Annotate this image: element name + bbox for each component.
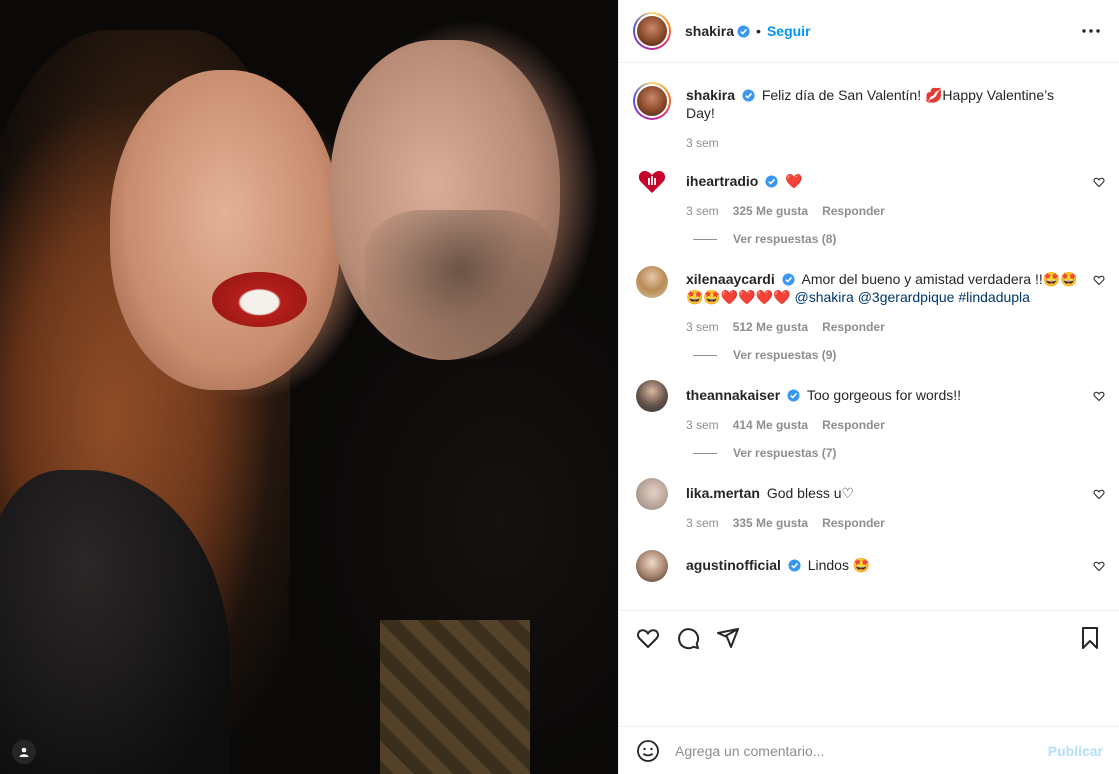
caption-username[interactable]: shakira bbox=[686, 87, 735, 103]
photo-beard bbox=[365, 210, 555, 360]
photo-bag bbox=[380, 620, 530, 774]
caption-time[interactable]: 3 sem bbox=[686, 136, 1079, 150]
comment-item: lika.mertan God bless u♡ 3 sem 335 Me gus… bbox=[619, 478, 1119, 530]
comment-item: xilenaaycardi Amor del bueno y amistad v… bbox=[619, 266, 1119, 362]
verified-badge-icon bbox=[787, 389, 800, 402]
view-replies-label: Ver respuestas (9) bbox=[733, 348, 837, 362]
comment-input[interactable] bbox=[675, 742, 1048, 759]
photo-face-left bbox=[110, 70, 340, 390]
verified-badge-icon bbox=[788, 559, 801, 572]
comment-likes[interactable]: 414 Me gusta bbox=[733, 418, 808, 432]
comment-meta: 3 sem 335 Me gusta Responder bbox=[686, 516, 1079, 530]
verified-badge-icon bbox=[782, 273, 795, 286]
like-comment-heart-icon[interactable] bbox=[1093, 176, 1105, 188]
publish-button[interactable]: Publicar bbox=[1048, 743, 1103, 759]
comment-item: theannakaiser Too gorgeous for words!! 3… bbox=[619, 380, 1119, 460]
comment-meta: 3 sem 414 Me gusta Responder bbox=[686, 418, 1079, 432]
post-panel: shakira • Seguir shakira Feliz día de Sa… bbox=[618, 0, 1119, 774]
comment-icon[interactable] bbox=[673, 623, 703, 653]
view-replies-label: Ver respuestas (8) bbox=[733, 232, 837, 246]
verified-badge-icon bbox=[765, 175, 778, 188]
comment-text: Lindos 🤩 bbox=[807, 557, 871, 573]
commenter-username[interactable]: iheartradio bbox=[686, 173, 758, 189]
share-icon[interactable] bbox=[713, 623, 743, 653]
comment-time[interactable]: 3 sem bbox=[686, 204, 719, 218]
like-comment-heart-icon[interactable] bbox=[1093, 274, 1105, 286]
like-comment-heart-icon[interactable] bbox=[1093, 390, 1105, 402]
bookmark-icon[interactable] bbox=[1075, 623, 1105, 653]
author-username[interactable]: shakira bbox=[685, 23, 734, 39]
verified-badge-icon bbox=[737, 24, 750, 38]
view-replies-button[interactable]: Ver respuestas (7) bbox=[686, 446, 1079, 460]
commenter-avatar[interactable] bbox=[636, 478, 668, 510]
commenter-username[interactable]: lika.mertan bbox=[686, 485, 760, 501]
comment-text: God bless u♡ bbox=[766, 485, 855, 501]
replies-divider bbox=[693, 354, 717, 356]
commenter-avatar[interactable] bbox=[636, 166, 668, 198]
reply-button[interactable]: Responder bbox=[822, 204, 885, 218]
commenter-avatar[interactable] bbox=[636, 266, 668, 298]
commenter-avatar[interactable] bbox=[636, 550, 668, 582]
separator-dot: • bbox=[756, 23, 761, 39]
photo-smile bbox=[212, 272, 307, 327]
comments-list[interactable]: shakira Feliz día de San Valentín! 💋Happ… bbox=[619, 64, 1119, 610]
comment-mentions[interactable]: @shakira @3gerardpique #lindadupla bbox=[794, 289, 1029, 305]
replies-divider bbox=[693, 238, 717, 240]
add-comment-bar: Publicar bbox=[619, 726, 1119, 774]
comment-time[interactable]: 3 sem bbox=[686, 418, 719, 432]
iheartradio-logo-icon bbox=[638, 171, 666, 193]
comment-meta: 3 sem 512 Me gusta Responder bbox=[686, 320, 1079, 334]
replies-divider bbox=[693, 452, 717, 454]
reply-button[interactable]: Responder bbox=[822, 320, 885, 334]
user-tag-icon[interactable] bbox=[12, 740, 36, 764]
verified-badge-icon bbox=[742, 89, 755, 102]
commenter-avatar[interactable] bbox=[636, 380, 668, 412]
comment-text: Too gorgeous for words!! bbox=[806, 387, 962, 403]
like-comment-heart-icon[interactable] bbox=[1093, 488, 1105, 500]
comment-item: iheartradio ❤️ 3 sem 325 Me gusta Responde… bbox=[619, 166, 1119, 246]
commenter-username[interactable]: theannakaiser bbox=[686, 387, 780, 403]
comment-time[interactable]: 3 sem bbox=[686, 320, 719, 334]
follow-button[interactable]: Seguir bbox=[767, 23, 811, 39]
comment-text-line2: 🤩🤩❤️❤️❤️❤️ bbox=[686, 289, 791, 305]
heart-icon[interactable] bbox=[633, 623, 663, 653]
commenter-username[interactable]: agustinofficial bbox=[686, 557, 781, 573]
like-comment-heart-icon[interactable] bbox=[1093, 560, 1105, 572]
comment-likes[interactable]: 512 Me gusta bbox=[733, 320, 808, 334]
view-replies-button[interactable]: Ver respuestas (8) bbox=[686, 232, 1079, 246]
post-header: shakira • Seguir bbox=[619, 0, 1119, 63]
more-icon[interactable] bbox=[1079, 19, 1103, 43]
comment-text: ❤️ bbox=[785, 173, 803, 189]
author-avatar[interactable] bbox=[633, 12, 671, 50]
view-replies-button[interactable]: Ver respuestas (9) bbox=[686, 348, 1079, 362]
comment-time[interactable]: 3 sem bbox=[686, 516, 719, 530]
reply-button[interactable]: Responder bbox=[822, 516, 885, 530]
comment-text: Amor del bueno y amistad verdadera !!🤩🤩 bbox=[801, 271, 1078, 287]
caption-avatar[interactable] bbox=[633, 82, 671, 120]
post-photo[interactable] bbox=[0, 0, 618, 774]
view-replies-label: Ver respuestas (7) bbox=[733, 446, 837, 460]
post-caption: shakira Feliz día de San Valentín! 💋Happ… bbox=[619, 82, 1119, 150]
comment-likes[interactable]: 335 Me gusta bbox=[733, 516, 808, 530]
emoji-icon[interactable] bbox=[635, 738, 661, 764]
reply-button[interactable]: Responder bbox=[822, 418, 885, 432]
post-actions bbox=[619, 610, 1119, 665]
comment-meta: 3 sem 325 Me gusta Responder bbox=[686, 204, 1079, 218]
comment-item: agustinofficial Lindos 🤩 bbox=[619, 550, 1119, 582]
commenter-username[interactable]: xilenaaycardi bbox=[686, 271, 775, 287]
comment-likes[interactable]: 325 Me gusta bbox=[733, 204, 808, 218]
